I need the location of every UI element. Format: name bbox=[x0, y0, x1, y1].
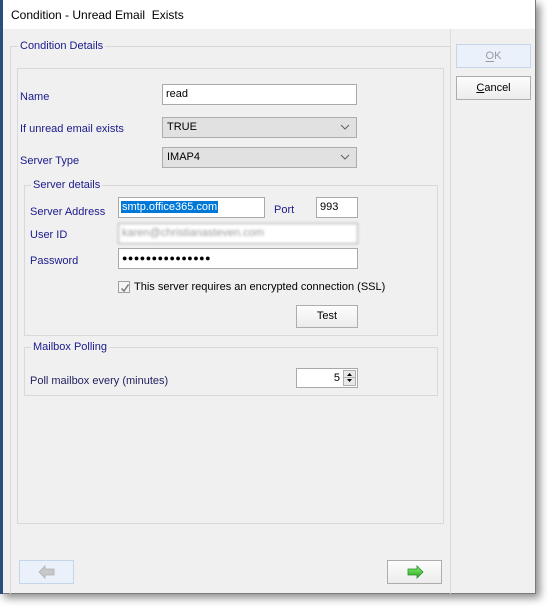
unread-email-select[interactable]: TRUE bbox=[162, 117, 357, 138]
chevron-down-icon bbox=[340, 154, 350, 160]
server-type-value: IMAP4 bbox=[167, 151, 201, 163]
unread-email-label: If unread email exists bbox=[20, 123, 124, 135]
arrow-left-icon bbox=[38, 565, 55, 579]
spin-down-button[interactable] bbox=[343, 378, 356, 386]
cancel-button[interactable]: Cancel bbox=[456, 76, 531, 100]
server-details-legend: Server details bbox=[31, 179, 103, 191]
next-button[interactable] bbox=[387, 560, 442, 584]
server-address-value: smtp.office365.com bbox=[121, 201, 219, 213]
window-title: Condition - Unread Email Exists bbox=[11, 8, 184, 22]
port-label: Port bbox=[274, 204, 295, 216]
user-id-input[interactable]: karen@christianasteven.com bbox=[118, 223, 358, 244]
ssl-checkbox[interactable] bbox=[118, 281, 130, 293]
name-label: Name bbox=[20, 91, 50, 103]
server-type-select[interactable]: IMAP4 bbox=[162, 147, 357, 168]
mailbox-polling-group: Mailbox Polling Poll mailbox every (minu… bbox=[24, 341, 438, 396]
ssl-label[interactable]: This server requires an encrypted connec… bbox=[134, 281, 385, 293]
server-address-input[interactable]: smtp.office365.com bbox=[118, 197, 265, 218]
poll-interval-value: 5 bbox=[333, 372, 340, 384]
poll-interval-spinner[interactable]: 5 bbox=[296, 368, 358, 388]
caret-up-icon bbox=[347, 373, 352, 376]
chevron-down-icon bbox=[340, 124, 350, 130]
password-input[interactable]: ●●●●●●●●●●●●●●● bbox=[118, 248, 358, 269]
unread-email-value: TRUE bbox=[167, 121, 197, 133]
server-address-label: Server Address bbox=[30, 206, 106, 218]
server-details-group: Server details Server Address smtp.offic… bbox=[24, 179, 438, 336]
name-input[interactable]: read bbox=[162, 84, 357, 105]
dialog-window: Condition - Unread Email Exists Conditio… bbox=[0, 0, 536, 594]
mailbox-polling-legend: Mailbox Polling bbox=[31, 341, 109, 353]
test-button[interactable]: Test bbox=[296, 305, 358, 328]
password-label: Password bbox=[30, 255, 79, 267]
title-bar[interactable]: Condition - Unread Email Exists bbox=[3, 0, 535, 29]
user-id-label: User ID bbox=[30, 229, 68, 241]
condition-details-panel: Name read If unread email exists TRUE Se… bbox=[17, 68, 444, 524]
ok-button-label: OK bbox=[485, 50, 502, 62]
ok-button[interactable]: OK bbox=[456, 44, 531, 68]
arrow-right-icon bbox=[407, 565, 424, 579]
caret-down-icon bbox=[347, 379, 352, 382]
spin-up-button[interactable] bbox=[343, 370, 356, 378]
condition-details-legend: Condition Details bbox=[18, 40, 106, 52]
cancel-button-label: Cancel bbox=[476, 82, 511, 94]
server-type-label: Server Type bbox=[20, 155, 80, 167]
spinner-arrows bbox=[343, 370, 356, 386]
port-input[interactable]: 993 bbox=[316, 197, 358, 218]
window-left-edge bbox=[0, 0, 3, 594]
back-button[interactable] bbox=[19, 560, 74, 584]
condition-details-group: Condition Details Name read If unread em… bbox=[10, 40, 451, 594]
poll-interval-label: Poll mailbox every (minutes) bbox=[30, 375, 169, 387]
checkmark-icon bbox=[120, 284, 130, 293]
